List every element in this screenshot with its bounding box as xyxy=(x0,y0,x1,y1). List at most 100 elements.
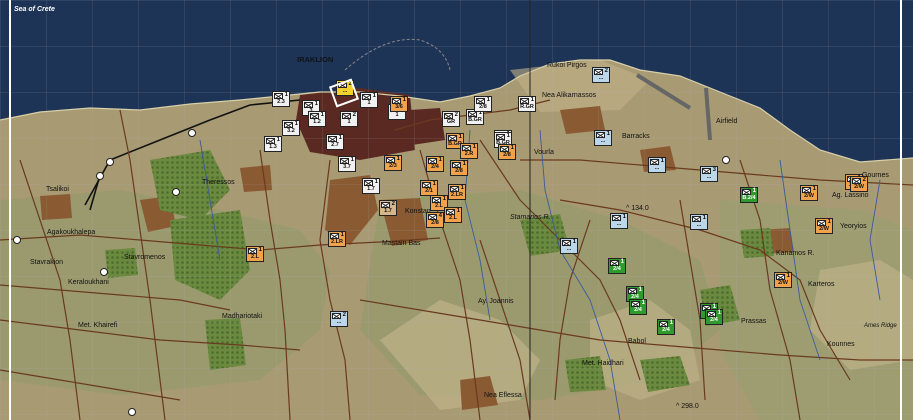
unit-strength: 1 xyxy=(456,208,460,214)
unit-counter[interactable]: 1 B.2/4 xyxy=(740,187,758,203)
unit-designation: ... xyxy=(336,319,342,325)
unit-counter[interactable]: 1 2.L xyxy=(444,207,462,223)
unit-counter[interactable]: 12.R xyxy=(460,143,478,159)
unit-strength: 2 xyxy=(454,112,458,118)
place-stamarios: Stamarios R. xyxy=(510,214,551,221)
unit-strength: 1 xyxy=(486,97,490,103)
unit-counter[interactable]: 11 xyxy=(360,92,378,108)
unit-strength: 1 xyxy=(258,247,262,253)
unit-counter[interactable]: 1 3.7 xyxy=(338,156,356,172)
place-kanamos: Kanamos R. xyxy=(776,250,815,257)
unit-designation: 2/3 xyxy=(389,163,397,169)
unit-designation: B.GR xyxy=(468,117,482,123)
unit-designation: 1 xyxy=(347,119,351,125)
unit-strength: 2 xyxy=(391,201,395,207)
unit-counter[interactable]: 2 GR xyxy=(442,111,460,127)
unit-strength: 2 xyxy=(348,81,352,87)
unit-designation: 1.2 xyxy=(313,119,321,125)
unit-counter[interactable]: 12/4 xyxy=(629,299,647,315)
unit-strength: 3 xyxy=(712,167,716,173)
place-barracks: Barracks xyxy=(622,133,650,140)
unit-designation: 2/4 xyxy=(634,307,642,313)
unit-counter[interactable]: 1 2.7 xyxy=(326,134,344,150)
unit-strength: 1 xyxy=(350,157,354,163)
unit-strength: 4 xyxy=(438,213,442,219)
unit-counter[interactable]: 2 1.7 xyxy=(379,200,397,216)
unit-designation: ... xyxy=(616,221,622,227)
unit-designation: 2.3 xyxy=(277,99,285,105)
unit-counter[interactable]: 21 xyxy=(340,111,358,127)
unit-counter[interactable]: 2... xyxy=(592,67,610,83)
unit-designation: 2/8 xyxy=(455,168,463,174)
unit-counter[interactable]: 2... xyxy=(330,311,348,327)
unit-counter[interactable]: 1 2/3 xyxy=(384,155,402,171)
unit-counter[interactable]: 1 2.LR xyxy=(328,231,346,247)
unit-designation: ... xyxy=(566,246,572,252)
unit-designation: 1 xyxy=(367,100,371,106)
unit-designation: 2/W xyxy=(819,226,829,232)
unit-designation: 2/8 xyxy=(479,104,487,110)
unit-counter[interactable]: 1 2/8 xyxy=(474,96,492,112)
unit-strength: 1 xyxy=(460,185,464,191)
unit-counter[interactable]: 1... xyxy=(594,130,612,146)
sea-label: Sea of Crete xyxy=(14,6,55,13)
place-vourla: Vourla xyxy=(534,149,554,156)
unit-strength: 1 xyxy=(641,300,645,306)
unit-counter[interactable]: 4 2/8 xyxy=(426,212,444,228)
place-airfield: Airfield xyxy=(716,118,738,125)
place-karteros: Karteros xyxy=(808,281,835,288)
unit-counter[interactable]: 1 3.2 xyxy=(282,120,300,136)
unit-counter[interactable]: 1 2.LR xyxy=(448,184,466,200)
unit-designation: ... xyxy=(654,165,660,171)
unit-counter[interactable]: 12/4 xyxy=(426,156,444,172)
unit-counter[interactable]: 1 3/6 xyxy=(390,96,408,112)
unit-counter[interactable]: 1 2/1 xyxy=(420,180,438,196)
unit-strength: 1 xyxy=(438,157,442,163)
unit-counter[interactable]: 1 1.7 xyxy=(362,178,380,194)
unit-counter[interactable]: 12/4 xyxy=(705,309,723,325)
unit-counter[interactable]: 12/W xyxy=(800,185,818,201)
place-prassas: Prassas xyxy=(741,318,767,325)
road-marker-icon xyxy=(96,172,104,180)
place-ames-ridge: Ames Ridge xyxy=(864,323,897,329)
unit-strength: 1 xyxy=(462,161,466,167)
place-nea-eflessa: Nea Eflessa xyxy=(484,392,522,399)
unit-counter[interactable]: 12/W xyxy=(815,218,833,234)
unit-counter[interactable]: 1 2/8 xyxy=(450,160,468,176)
unit-designation: 2/4 xyxy=(710,317,718,323)
unit-counter[interactable]: 2... xyxy=(336,80,354,96)
unit-counter[interactable]: 12/4 xyxy=(608,258,626,274)
unit-strength: 1 xyxy=(506,133,510,139)
unit-counter[interactable]: 1... xyxy=(648,157,666,173)
unit-strength: 1 xyxy=(827,219,831,225)
unit-designation: GR xyxy=(446,119,456,125)
place-ag-lassinos: Ag. Lassino xyxy=(832,192,869,199)
unit-counter[interactable]: 2 2/W xyxy=(850,176,868,192)
unit-strength: 2 xyxy=(604,68,608,74)
place-met-khairefi: Met. Khairefi xyxy=(78,322,118,329)
unit-counter[interactable]: 12/4 xyxy=(657,319,675,335)
unit-counter[interactable]: 1 2/8 xyxy=(498,144,516,160)
unit-designation: R.GR xyxy=(520,104,534,110)
unit-designation: 2/4 xyxy=(662,327,670,333)
unit-counter[interactable]: 1... xyxy=(690,214,708,230)
place-stavromenos: Stavromenos xyxy=(124,254,166,261)
unit-counter[interactable]: 1 2.3 xyxy=(272,91,290,107)
unit-designation: 2.R xyxy=(464,151,474,157)
unit-counter[interactable]: 1 1.2 xyxy=(308,111,326,127)
unit-strength: 1 xyxy=(472,144,476,150)
unit-counter[interactable]: 1 R.GR xyxy=(518,96,536,112)
unit-designation: ... xyxy=(598,75,604,81)
unit-strength: 1 xyxy=(276,137,280,143)
unit-counter[interactable]: 1... xyxy=(610,213,628,229)
unit-counter[interactable]: 1... xyxy=(560,238,578,254)
unit-counter[interactable]: 12/W xyxy=(774,272,792,288)
place-nea-alikarnassos: Nea Alikarnassos xyxy=(542,92,597,99)
unit-strength: 1 xyxy=(442,196,446,202)
game-map[interactable]: Sea of Crete IRAKLION Rukoi Pirgos Nea A… xyxy=(0,0,913,420)
unit-counter[interactable]: 3... xyxy=(700,166,718,182)
unit-strength: 2 xyxy=(862,177,866,183)
unit-strength: 1 xyxy=(606,131,610,137)
unit-counter[interactable]: 1 1.3 xyxy=(264,136,282,152)
unit-counter[interactable]: 1 2.L xyxy=(246,246,264,262)
